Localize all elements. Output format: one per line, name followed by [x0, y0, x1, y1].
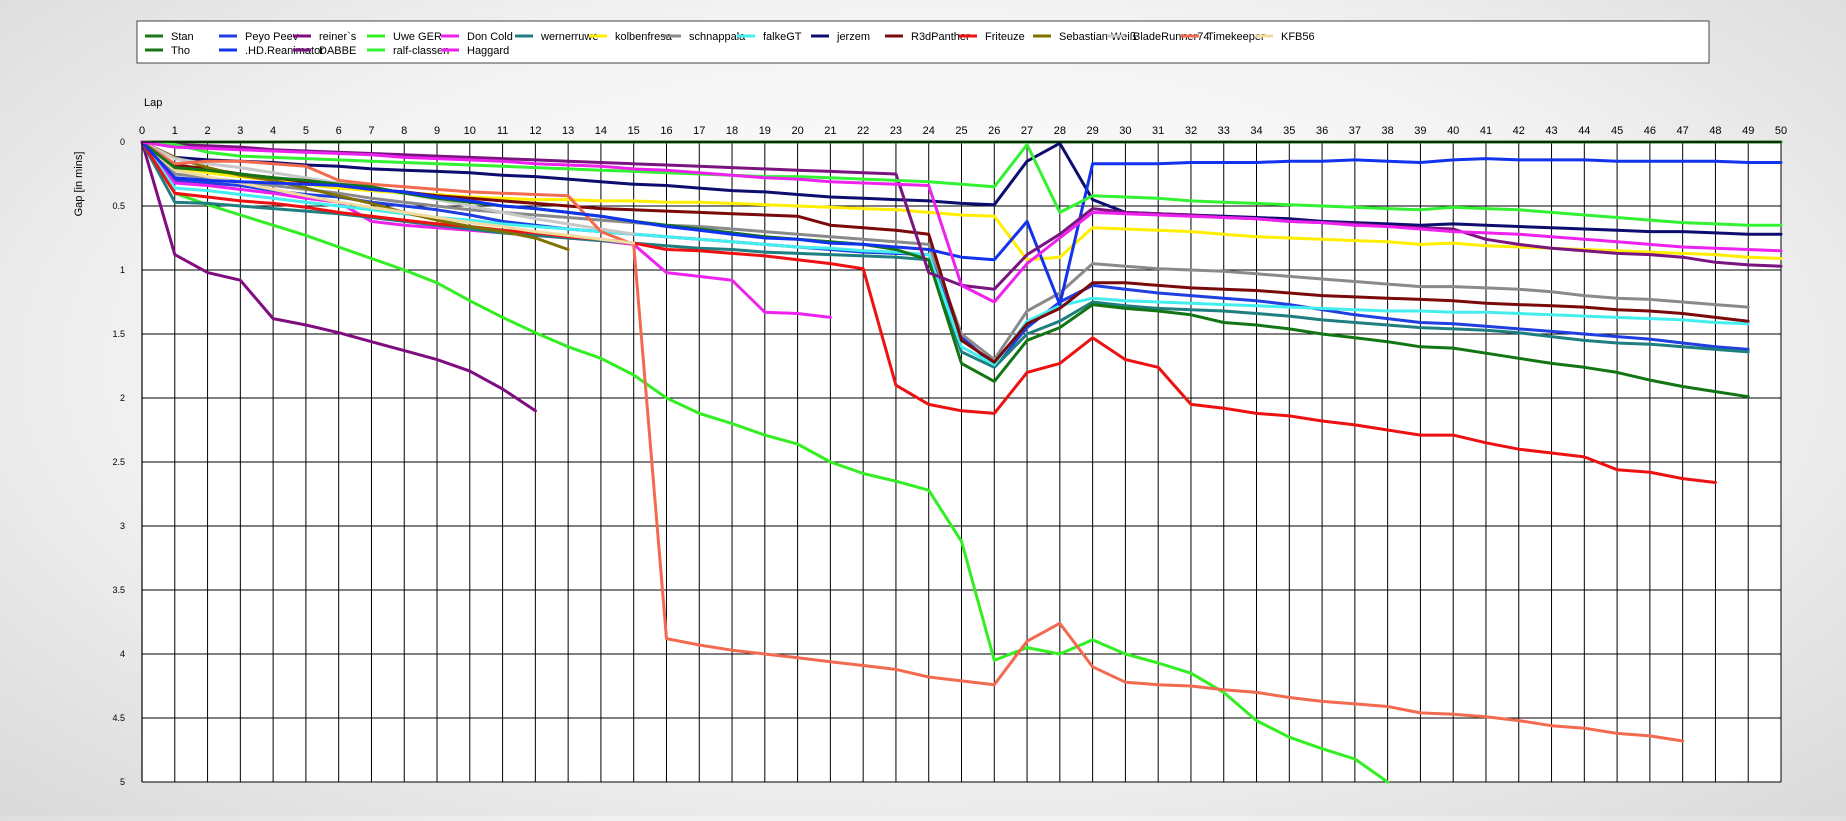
x-tick-label-46: 46 [1644, 125, 1656, 137]
x-tick-label-49: 49 [1742, 125, 1754, 137]
legend-label-8: falkeGT [763, 31, 802, 43]
x-tick-label-14: 14 [595, 125, 607, 137]
x-tick-label-48: 48 [1709, 125, 1721, 137]
x-tick-label-8: 8 [401, 125, 407, 137]
x-tick-label-36: 36 [1316, 125, 1328, 137]
x-tick-label-31: 31 [1152, 125, 1164, 137]
x-tick-label-6: 6 [336, 125, 342, 137]
x-tick-label-32: 32 [1185, 125, 1197, 137]
gap-chart: Stan Peyo Peev reiner`s Uwe GER Don Cold wern… [0, 0, 1846, 816]
legend-label-16: Tho [171, 45, 190, 57]
x-tick-label-7: 7 [368, 125, 374, 137]
legend-label-0: Stan [171, 31, 194, 43]
x-tick-label-26: 26 [988, 125, 1000, 137]
x-tick-label-45: 45 [1611, 125, 1623, 137]
y-tick-label-3: 1.5 [112, 329, 125, 339]
legend-label-18: DABBE [319, 45, 356, 57]
y-tick-label-2: 1 [120, 265, 125, 275]
x-tick-label-11: 11 [497, 125, 508, 137]
legend-label-1: Peyo Peev [245, 31, 299, 43]
y-tick-label-10: 5 [120, 777, 125, 787]
x-tick-label-29: 29 [1086, 125, 1098, 137]
y-tick-label-0: 0 [120, 137, 125, 147]
x-tick-label-20: 20 [791, 125, 803, 137]
x-tick-label-50: 50 [1775, 125, 1787, 137]
x-tick-label-35: 35 [1283, 125, 1295, 137]
x-tick-label-0: 0 [139, 125, 145, 137]
y-tick-label-4: 2 [120, 393, 125, 403]
x-tick-label-44: 44 [1578, 125, 1590, 137]
y-tick-label-7: 3.5 [112, 585, 125, 595]
x-tick-label-19: 19 [759, 125, 771, 137]
legend-label-15: KFB56 [1281, 31, 1315, 43]
y-axis-label: Gap [in mins] [73, 152, 85, 217]
x-tick-label-39: 39 [1414, 125, 1426, 137]
x-tick-label-23: 23 [890, 125, 902, 137]
x-tick-label-42: 42 [1513, 125, 1525, 137]
y-tick-label-9: 4.5 [112, 713, 125, 723]
x-tick-label-5: 5 [303, 125, 309, 137]
y-tick-label-8: 4 [120, 649, 125, 659]
x-tick-label-41: 41 [1480, 125, 1492, 137]
x-tick-label-10: 10 [464, 125, 476, 137]
x-tick-label-1: 1 [172, 125, 178, 137]
x-tick-label-21: 21 [824, 125, 836, 137]
x-tick-label-24: 24 [923, 125, 935, 137]
chart-svg: Stan Peyo Peev reiner`s Uwe GER Don Cold wern… [73, 20, 1787, 787]
x-tick-label-43: 43 [1545, 125, 1557, 137]
x-tick-label-17: 17 [693, 125, 705, 137]
x-tick-label-38: 38 [1382, 125, 1394, 137]
x-tick-label-18: 18 [726, 125, 738, 137]
legend-label-4: Don Cold [467, 31, 513, 43]
x-tick-label-34: 34 [1250, 125, 1262, 137]
x-tick-label-40: 40 [1447, 125, 1459, 137]
x-tick-label-27: 27 [1021, 125, 1033, 137]
legend-label-20: Haggard [467, 45, 509, 57]
legend-label-17: .HD.Reanimator [245, 45, 324, 57]
x-tick-label-47: 47 [1677, 125, 1689, 137]
legend-label-3: Uwe GER [393, 31, 442, 43]
x-tick-label-12: 12 [529, 125, 541, 137]
x-axis-label: Lap [144, 97, 162, 109]
legend-label-19: ralf-classen [393, 45, 449, 57]
x-tick-label-3: 3 [237, 125, 243, 137]
x-tick-label-25: 25 [955, 125, 967, 137]
x-tick-label-13: 13 [562, 125, 574, 137]
x-tick-label-2: 2 [204, 125, 210, 137]
legend-label-2: reiner`s [319, 31, 357, 43]
x-tick-label-37: 37 [1349, 125, 1361, 137]
x-tick-label-9: 9 [434, 125, 440, 137]
x-tick-label-15: 15 [628, 125, 640, 137]
x-tick-label-16: 16 [660, 125, 672, 137]
x-tick-label-33: 33 [1218, 125, 1230, 137]
x-tick-label-30: 30 [1119, 125, 1131, 137]
x-tick-label-4: 4 [270, 125, 276, 137]
x-tick-label-22: 22 [857, 125, 869, 137]
legend-label-11: Friteuze [985, 31, 1025, 43]
legend-label-9: jerzem [836, 31, 870, 43]
y-tick-label-5: 2.5 [112, 457, 125, 467]
x-tick-label-28: 28 [1054, 125, 1066, 137]
legend-label-12: Sebastian Weiß [1059, 31, 1137, 43]
y-tick-label-6: 3 [120, 521, 125, 531]
y-tick-label-1: 0.5 [112, 201, 125, 211]
